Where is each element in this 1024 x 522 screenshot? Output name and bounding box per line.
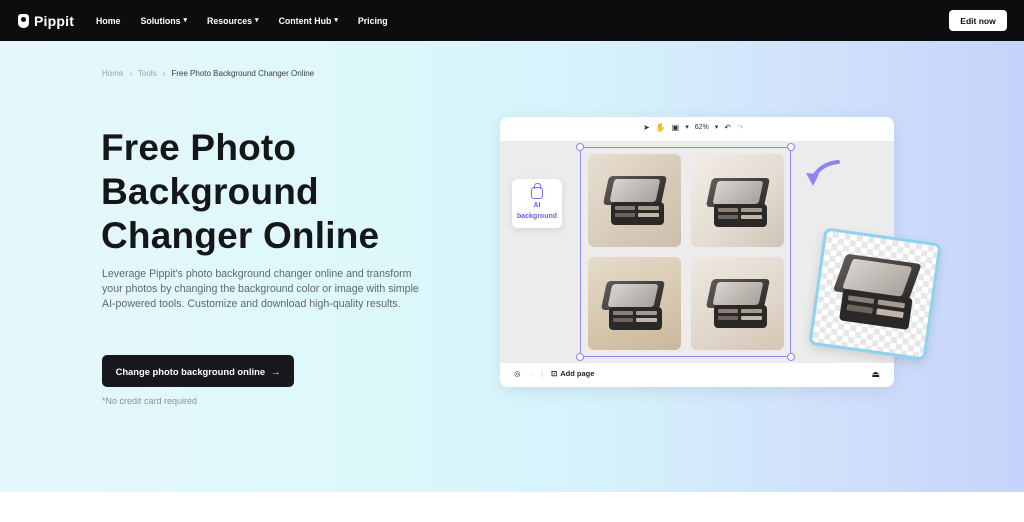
cursor-icon[interactable]: ➤ [643, 123, 650, 132]
product-image[interactable] [588, 154, 681, 247]
hero-section: Home › Tools › Free Photo Background Cha… [0, 41, 1024, 492]
main-nav: Home Solutions ▾ Resources ▾ Content Hub… [96, 0, 408, 41]
curved-arrow-icon [806, 160, 840, 186]
editor-tools: ➤ ✋ ▣ ▾ 62% ▾ ↶ ↷ [643, 123, 744, 132]
chevron-down-icon: ▾ [714, 123, 719, 131]
resize-handle[interactable] [576, 353, 584, 361]
nav-item-label: Pricing [357, 15, 388, 26]
no-credit-card-note: *No credit card required [102, 396, 198, 406]
breadcrumb-current: Free Photo Background Changer Online [171, 69, 315, 78]
nav-item-label: Solutions [140, 15, 181, 26]
nav-item-label: Resources [207, 15, 253, 26]
add-page-label: Add page [560, 369, 595, 378]
resize-handle[interactable] [787, 143, 795, 151]
layers-icon[interactable]: ◎ [514, 369, 521, 378]
result-image[interactable] [808, 227, 942, 361]
brand-logo[interactable]: Pippit [18, 12, 74, 30]
hero-description: Leverage Pippit's photo background chang… [102, 268, 419, 310]
palette-image [600, 281, 666, 333]
ai-badge-line: AI [533, 201, 541, 209]
product-image[interactable] [691, 257, 784, 350]
nav-item-label: Home [96, 15, 121, 26]
palette-image [832, 253, 922, 333]
next-section [0, 492, 1024, 522]
resize-handle[interactable] [576, 143, 584, 151]
hand-icon[interactable]: ✋ [656, 123, 666, 132]
palette-image [602, 176, 668, 228]
pippit-logo-icon [18, 14, 29, 28]
breadcrumb-separator: › [162, 69, 166, 78]
editor-bottom-tools: ◎ ◌ | ⊡ Add page [514, 369, 594, 378]
ai-background-badge[interactable]: AI background [512, 179, 562, 228]
title-line: Background [101, 171, 319, 212]
chevron-down-icon: ▾ [183, 16, 188, 24]
ai-badge-line: background [516, 212, 558, 220]
zoom-level[interactable]: 62% [695, 124, 709, 131]
palette-image [705, 279, 771, 331]
chevron-down-icon: ▾ [685, 123, 689, 131]
chevron-down-icon: ▾ [255, 16, 259, 24]
nav-item-content-hub[interactable]: Content Hub ▾ [279, 16, 338, 26]
change-background-button[interactable]: Change photo background online → [102, 355, 294, 387]
page-title: Free Photo Background Changer Online [101, 126, 461, 258]
nav-item-label: Content Hub [278, 15, 332, 26]
editor-toolbar: ➤ ✋ ▣ ▾ 62% ▾ ↶ ↷ [500, 117, 894, 141]
nav-item-resources[interactable]: Resources ▾ [207, 16, 259, 26]
bag-icon [531, 182, 543, 199]
lock-icon[interactable]: ◌ [529, 369, 533, 378]
resize-handle[interactable] [787, 353, 795, 361]
brand-name: Pippit [34, 13, 75, 29]
palette-image [705, 178, 771, 230]
edit-now-button[interactable]: Edit now [949, 10, 1007, 31]
redo-icon[interactable]: ↷ [737, 123, 744, 132]
export-icon[interactable]: ⏏ [871, 369, 880, 380]
divider: | [541, 369, 543, 378]
cta-label: Change photo background online [115, 365, 266, 377]
editor-preview: ➤ ✋ ▣ ▾ 62% ▾ ↶ ↷ AI background ◎ ◌ | ⊡ … [500, 117, 942, 387]
title-line: Free Photo [101, 127, 297, 168]
title-line: Changer Online [101, 215, 380, 256]
nav-item-solutions[interactable]: Solutions ▾ [140, 16, 187, 26]
top-navbar: Pippit Home Solutions ▾ Resources ▾ Cont… [0, 0, 1024, 41]
breadcrumb-home[interactable]: Home [102, 69, 123, 78]
undo-icon[interactable]: ↶ [724, 123, 731, 132]
frame-icon[interactable]: ▣ [672, 123, 680, 132]
product-image[interactable] [691, 154, 784, 247]
breadcrumb-separator: › [129, 69, 133, 78]
breadcrumb-tools[interactable]: Tools [138, 69, 157, 78]
add-page-button[interactable]: ⊡ Add page [551, 369, 594, 378]
product-image[interactable] [588, 257, 681, 350]
breadcrumb: Home › Tools › Free Photo Background Cha… [102, 69, 314, 78]
add-page-icon: ⊡ [550, 369, 558, 378]
arrow-right-icon: → [271, 365, 281, 377]
image-grid [588, 154, 784, 350]
nav-item-home[interactable]: Home [96, 16, 120, 26]
editor-bottom-bar: ◎ ◌ | ⊡ Add page ⏏ [500, 363, 894, 387]
nav-item-pricing[interactable]: Pricing [358, 16, 388, 26]
chevron-down-icon: ▾ [334, 16, 338, 24]
